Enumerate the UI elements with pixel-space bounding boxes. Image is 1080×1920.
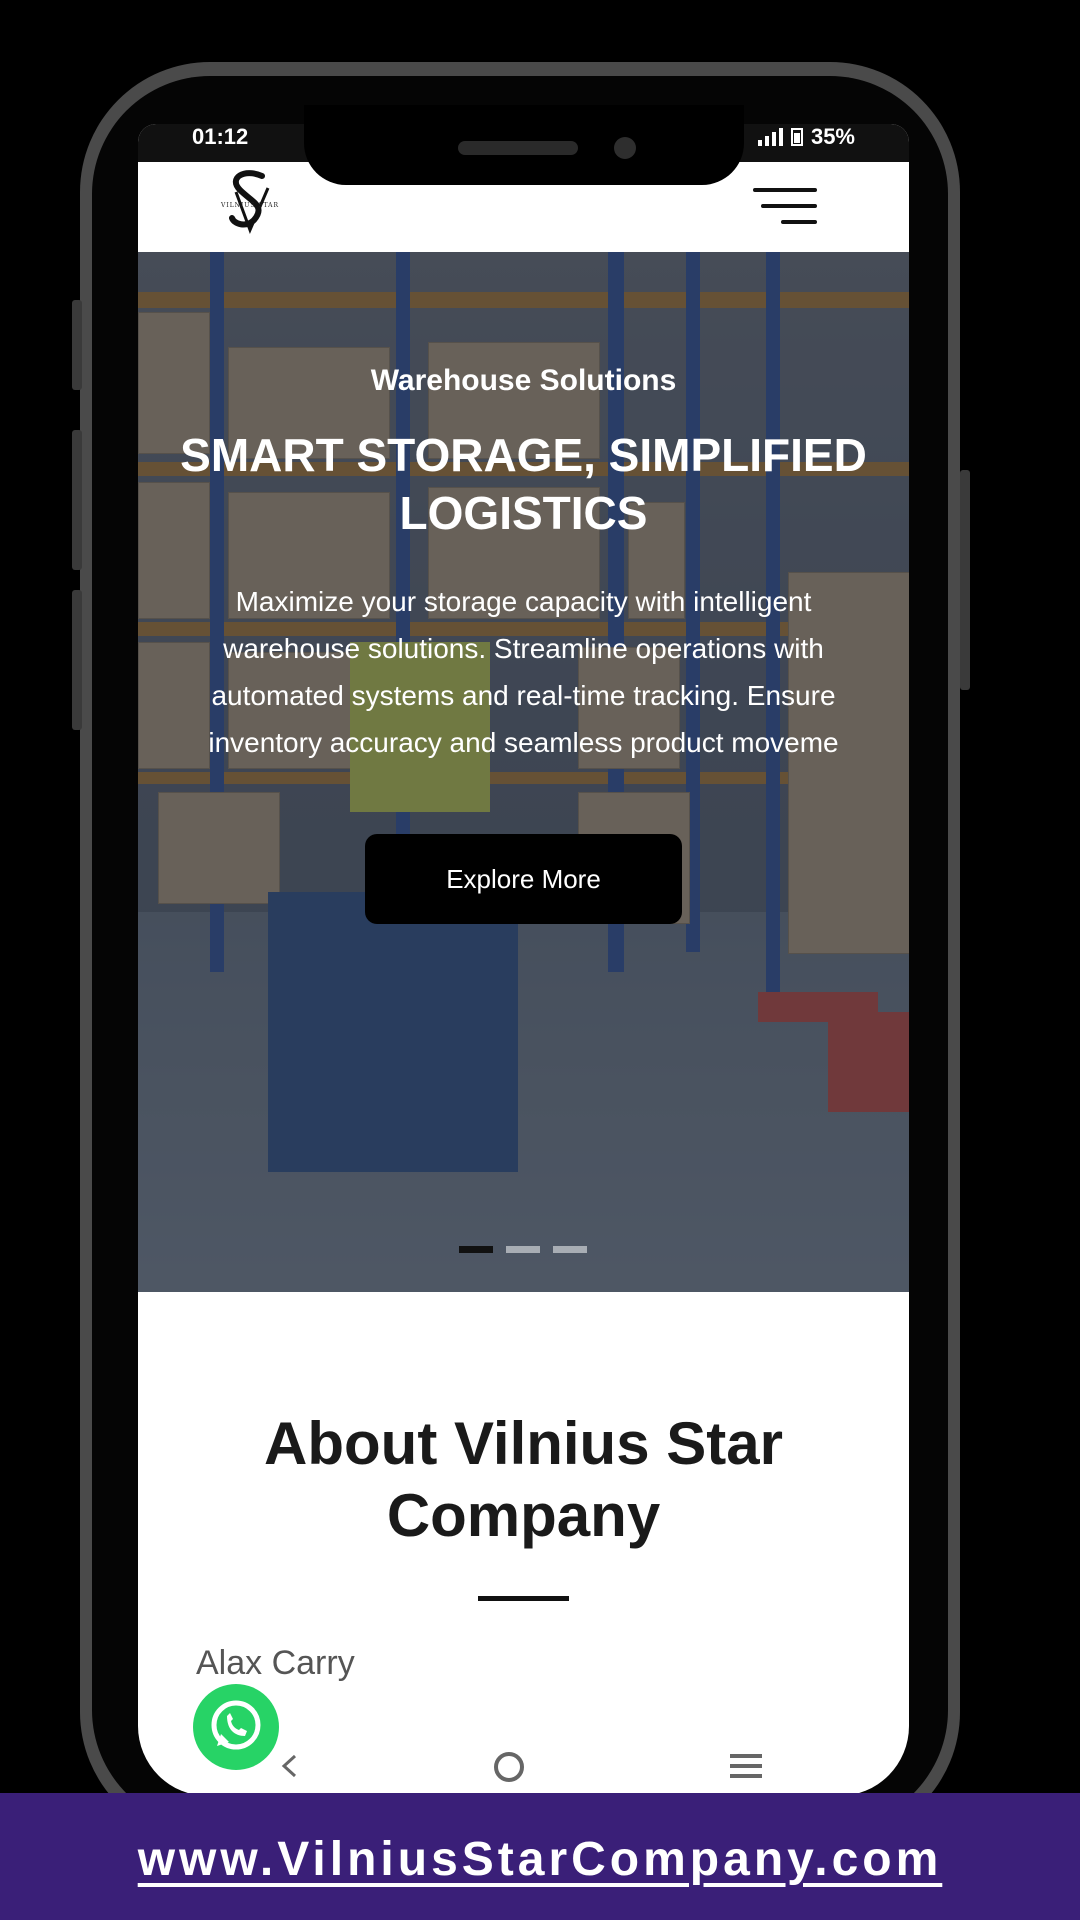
- slider-pagination: [459, 1246, 587, 1253]
- phone-side-button: [72, 300, 82, 390]
- author-name: Alax Carry: [196, 1644, 355, 1682]
- battery-percent: 35%: [810, 124, 855, 149]
- phone-notch: [304, 105, 744, 185]
- about-heading: About Vilnius Star Company: [264, 1410, 783, 1549]
- phone-screen: 01:12 35% VILNIUS STAR Warehouse Solutio…: [138, 124, 909, 1796]
- section-divider: [478, 1596, 569, 1601]
- hero-title: SMART STORAGE, SIMPLIFIED LOGISTICS: [180, 429, 867, 539]
- hero-subtitle: Warehouse Solutions: [370, 364, 677, 397]
- chevron-left-icon[interactable]: [278, 1754, 302, 1778]
- website-url[interactable]: www.VilniusStarCompany.com: [138, 1832, 943, 1887]
- brand-logo[interactable]: VILNIUS STAR: [210, 166, 290, 236]
- phone-side-button: [960, 470, 970, 690]
- phone-side-button: [72, 430, 82, 570]
- status-time: 01:12: [192, 124, 249, 149]
- android-nav-bar: [138, 1736, 909, 1796]
- status-indicators: 35%: [757, 124, 855, 150]
- signal-icon: [757, 128, 783, 146]
- slider-dot-3[interactable]: [553, 1246, 587, 1253]
- battery-icon: [790, 128, 803, 146]
- explore-more-button[interactable]: Explore More: [365, 834, 682, 924]
- circle-home-icon[interactable]: [494, 1752, 524, 1782]
- website-banner: www.VilniusStarCompany.com: [0, 1793, 1080, 1920]
- speaker-grille: [458, 141, 578, 155]
- front-camera: [614, 137, 636, 159]
- phone-side-button: [72, 590, 82, 730]
- slider-dot-2[interactable]: [506, 1246, 540, 1253]
- hamburger-menu-icon[interactable]: [753, 188, 817, 226]
- hero-slider: Warehouse Solutions SMART STORAGE, SIMPL…: [138, 252, 909, 1292]
- logo-monogram-icon: [229, 170, 270, 235]
- hero-description: Maximize your storage capacity with inte…: [208, 586, 839, 758]
- recents-lines-icon[interactable]: [730, 1754, 762, 1778]
- logo-subtext: VILNIUS STAR: [220, 202, 280, 209]
- slider-dot-1[interactable]: [459, 1246, 493, 1253]
- hero-content: Warehouse Solutions SMART STORAGE, SIMPL…: [138, 252, 909, 1292]
